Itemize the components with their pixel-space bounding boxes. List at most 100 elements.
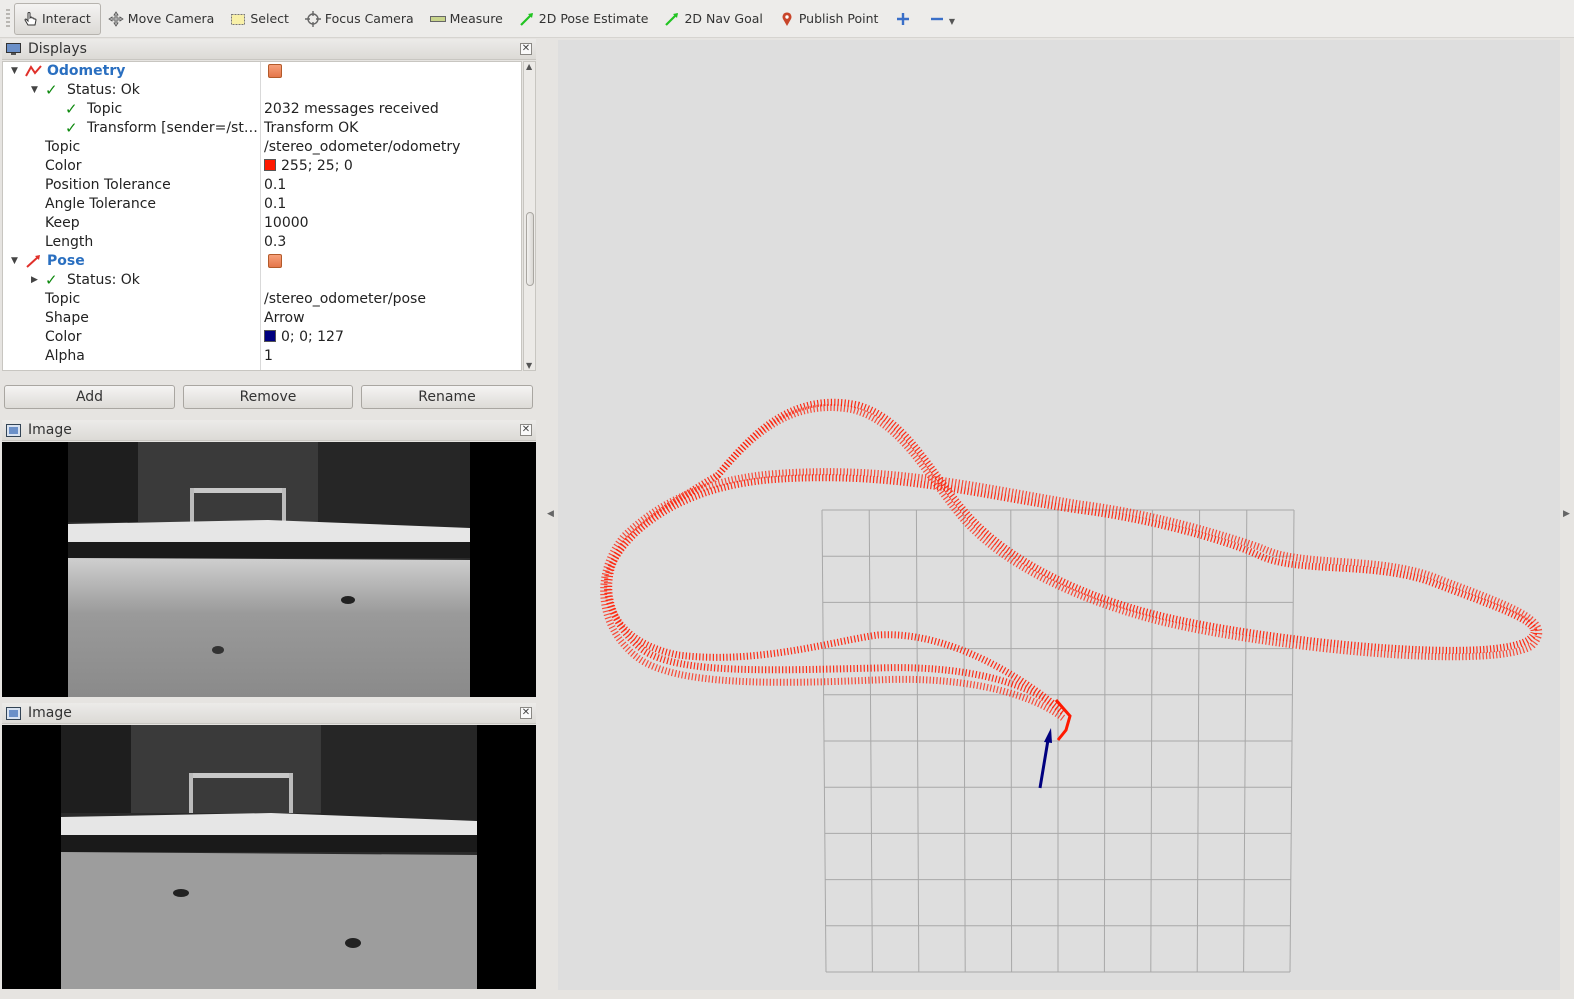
odometry-display-row[interactable]: ▼ Odometry: [3, 62, 521, 81]
property-row[interactable]: Length 0.3: [3, 233, 521, 252]
property-value[interactable]: 0.3: [264, 233, 286, 252]
interact-tool-button[interactable]: Interact: [14, 2, 101, 35]
property-value[interactable]: 0.1: [264, 176, 286, 195]
pose-estimate-tool-button[interactable]: 2D Pose Estimate: [512, 3, 658, 35]
color-value: 0; 0; 127: [281, 329, 344, 345]
interact-label: Interact: [42, 11, 91, 26]
topic-status-row[interactable]: ✓ Topic 2032 messages received: [3, 100, 521, 119]
3d-scene-canvas[interactable]: [558, 40, 1560, 990]
collapse-left-icon[interactable]: ◀: [547, 509, 554, 519]
property-row[interactable]: Color 255; 25; 0: [3, 157, 521, 176]
close-icon[interactable]: ✕: [520, 43, 532, 55]
check-icon: ✓: [65, 119, 78, 137]
transform-status-row[interactable]: ✓ Transform [sender=/st… Transform OK: [3, 119, 521, 138]
expand-arrow-icon[interactable]: ▼: [11, 62, 18, 81]
trajectory-strand: [600, 404, 1543, 721]
main-toolbar: Interact Move Camera Select Focus Camera…: [0, 0, 1574, 38]
monitor-icon: [6, 42, 21, 55]
property-row[interactable]: Topic /stereo_odometer/pose: [3, 290, 521, 309]
pose-display-row[interactable]: ▼ Pose: [3, 252, 521, 271]
property-label: Angle Tolerance: [45, 196, 157, 212]
property-value[interactable]: 10000: [264, 214, 309, 233]
color-swatch[interactable]: [264, 330, 276, 342]
transform-status-value: Transform OK: [264, 120, 359, 136]
remove-tool-button[interactable]: ▼: [921, 3, 961, 35]
property-row[interactable]: Color 0; 0; 127: [3, 328, 521, 347]
property-row[interactable]: Angle Tolerance 0.1: [3, 195, 521, 214]
check-icon: ✓: [45, 271, 58, 289]
3d-render-view[interactable]: [558, 40, 1560, 990]
collapse-right-icon[interactable]: ▶: [1563, 509, 1570, 519]
measure-label: Measure: [449, 11, 503, 26]
nav-goal-tool-button[interactable]: 2D Nav Goal: [657, 3, 771, 35]
property-value[interactable]: /stereo_odometer/pose: [264, 290, 426, 309]
odometry-status-row[interactable]: ▼ ✓ Status: Ok: [3, 81, 521, 100]
property-label: Color: [45, 329, 82, 345]
property-value[interactable]: Arrow: [264, 309, 305, 328]
property-label: Alpha: [45, 348, 85, 364]
camera-image-view: [2, 442, 536, 697]
displays-scrollbar[interactable]: ▲ ▼: [523, 61, 536, 371]
green-arrow-icon: [518, 10, 536, 28]
property-row[interactable]: Topic /stereo_odometer/odometry: [3, 138, 521, 157]
close-icon[interactable]: ✕: [520, 707, 532, 719]
property-row[interactable]: Shape Arrow: [3, 309, 521, 328]
add-tool-button[interactable]: [887, 3, 921, 35]
camera-frame-image: [68, 442, 470, 697]
rename-display-button[interactable]: Rename: [361, 385, 533, 409]
property-row[interactable]: Keep 10000: [3, 214, 521, 233]
ground-grid: [821, 509, 1295, 973]
ruler-icon: [429, 10, 447, 28]
add-display-button[interactable]: Add: [4, 385, 175, 409]
trajectory-strand: [603, 398, 1538, 715]
property-row[interactable]: Position Tolerance 0.1: [3, 176, 521, 195]
chevron-down-icon: ▼: [948, 17, 956, 26]
expand-arrow-icon[interactable]: ▼: [11, 252, 18, 271]
topic-status-value: 2032 messages received: [264, 101, 439, 117]
toolbar-grip[interactable]: [6, 8, 10, 29]
minus-icon: [928, 10, 946, 28]
property-label: Keep: [45, 215, 80, 231]
property-label: Color: [45, 158, 82, 174]
focus-camera-label: Focus Camera: [324, 11, 414, 26]
image-panel-header: Image ✕: [2, 420, 536, 441]
focus-camera-tool-button[interactable]: Focus Camera: [298, 3, 423, 35]
select-tool-button[interactable]: Select: [223, 3, 298, 35]
property-row[interactable]: Alpha 1: [3, 347, 521, 366]
color-swatch[interactable]: [264, 159, 276, 171]
property-label: Length: [45, 234, 94, 250]
image-panel-header: Image ✕: [2, 703, 536, 724]
property-value[interactable]: 0.1: [264, 195, 286, 214]
property-label: Shape: [45, 310, 89, 326]
publish-point-label: Publish Point: [798, 11, 879, 26]
publish-point-tool-button[interactable]: Publish Point: [772, 3, 888, 35]
camera-frame-image: [61, 725, 477, 989]
pose-status-row[interactable]: ▶ ✓ Status: Ok: [3, 271, 521, 290]
displays-tree[interactable]: ▼ Odometry ▼ ✓ Status: Ok ✓ Topic 2032 m…: [2, 61, 522, 371]
property-label: Position Tolerance: [45, 177, 171, 193]
transform-status-label: Transform [sender=/st…: [87, 120, 258, 136]
property-value[interactable]: 0; 0; 127: [264, 328, 344, 347]
scroll-up-icon[interactable]: ▲: [526, 62, 532, 71]
close-icon[interactable]: ✕: [520, 424, 532, 436]
pose-status-label: Status: Ok: [67, 272, 140, 288]
displays-panel-title: Displays: [28, 41, 87, 57]
odometry-enabled-checkbox[interactable]: [268, 64, 282, 78]
measure-tool-button[interactable]: Measure: [423, 3, 512, 35]
property-label: Topic: [45, 291, 81, 307]
property-value[interactable]: 1: [264, 347, 273, 366]
plus-icon: [894, 10, 912, 28]
scrollbar-thumb[interactable]: [526, 212, 534, 286]
displays-panel-header: Displays ✕: [2, 39, 536, 60]
pose-arrow: [1038, 728, 1052, 789]
property-value[interactable]: 255; 25; 0: [264, 157, 353, 176]
camera-image-view: [2, 725, 536, 989]
move-camera-tool-button[interactable]: Move Camera: [101, 3, 224, 35]
expand-arrow-icon[interactable]: ▼: [31, 81, 38, 100]
property-value[interactable]: /stereo_odometer/odometry: [264, 138, 460, 157]
scroll-down-icon[interactable]: ▼: [526, 361, 532, 370]
remove-display-button[interactable]: Remove: [183, 385, 353, 409]
expand-arrow-icon[interactable]: ▶: [31, 271, 38, 290]
pose-enabled-checkbox[interactable]: [268, 254, 282, 268]
odometry-trajectory: [600, 398, 1543, 741]
